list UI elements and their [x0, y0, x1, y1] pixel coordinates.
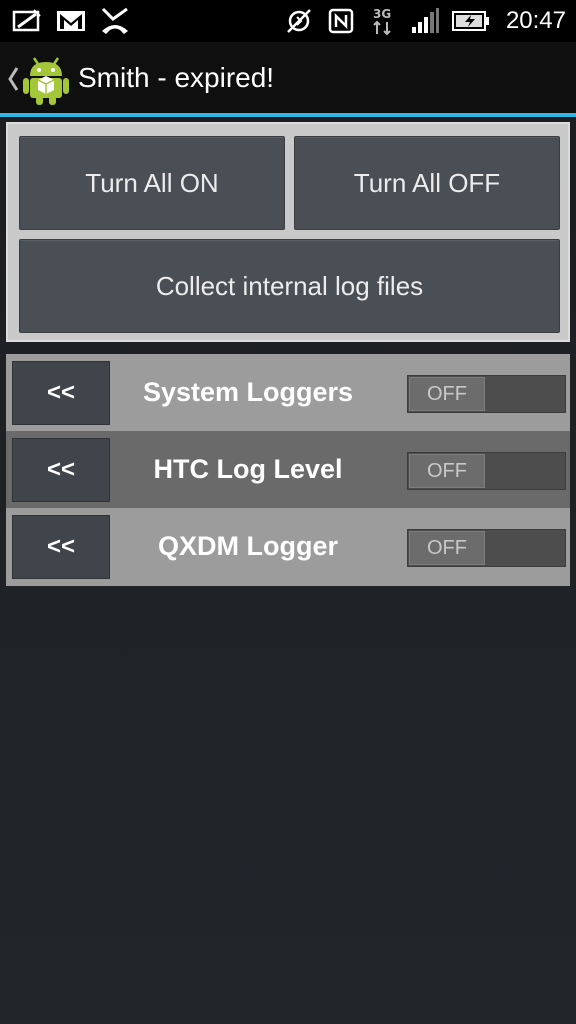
expand-button[interactable]: << [12, 438, 110, 502]
logger-toggle[interactable]: OFF [407, 529, 566, 567]
android-logo-icon[interactable] [22, 52, 70, 106]
gmail-icon [56, 6, 86, 36]
toggle-state: OFF [409, 454, 485, 488]
system-icons: 3G 20:47 [284, 5, 566, 37]
logger-row-qxdm-logger: << QXDM Logger OFF [6, 508, 570, 585]
expand-button[interactable]: << [12, 515, 110, 579]
status-bar: 3G 20:47 [0, 0, 576, 42]
logger-name: QXDM Logger [158, 531, 338, 561]
logger-name: HTC Log Level [153, 454, 343, 484]
turn-all-off-button[interactable]: Turn All OFF [294, 136, 560, 230]
logger-name: System Loggers [142, 377, 354, 407]
nfc-icon [326, 6, 356, 36]
logger-row-system-loggers: << System Loggers OFF [6, 354, 570, 431]
network-3g-icon: 3G [368, 6, 398, 36]
battery-charging-icon [451, 6, 490, 36]
action-bar-accent-line [0, 113, 576, 117]
notification-icons [12, 6, 130, 36]
image-edit-icon [12, 6, 42, 36]
clock: 20:47 [505, 7, 566, 34]
signal-icon [410, 6, 440, 36]
logger-row-htc-log-level: << HTC Log Level OFF [6, 431, 570, 508]
back-chevron-icon[interactable] [6, 64, 20, 94]
turn-all-on-button[interactable]: Turn All ON [19, 136, 285, 230]
logger-toggle[interactable]: OFF [407, 452, 566, 490]
missed-call-icon [100, 6, 130, 36]
logger-list: << System Loggers OFF << HTC Log Level O… [6, 354, 570, 586]
toggle-state: OFF [409, 531, 485, 565]
svg-text:3G: 3G [373, 7, 391, 21]
collect-logs-button[interactable]: Collect internal log files [19, 239, 560, 333]
expand-button[interactable]: << [12, 361, 110, 425]
logger-toggle[interactable]: OFF [407, 375, 566, 413]
page-title: Smith - expired! [78, 62, 275, 93]
sync-off-icon [284, 6, 314, 36]
toggle-state: OFF [409, 377, 485, 411]
controls-panel: Turn All ON Turn All OFF Collect interna… [6, 122, 570, 342]
